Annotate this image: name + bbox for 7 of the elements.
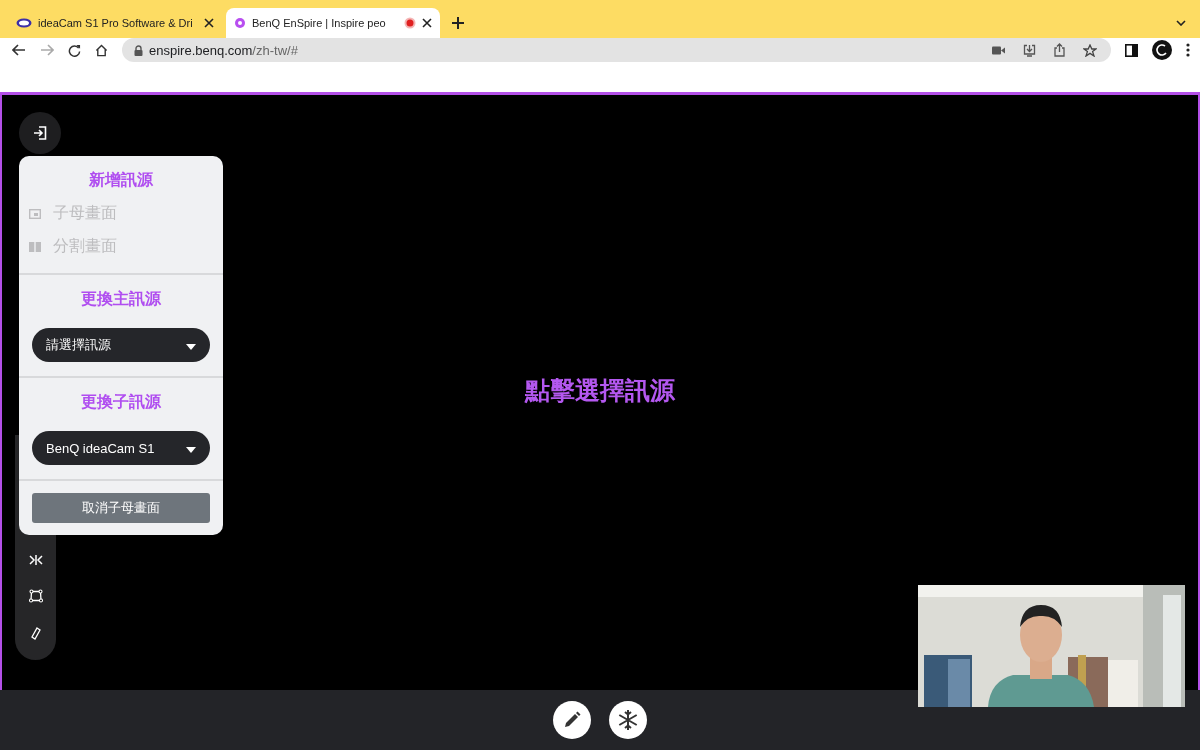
section-title: 更換子訊源 — [81, 392, 161, 412]
section-title: 更換主訊源 — [81, 289, 161, 309]
tab-title: BenQ EnSpire | Inspire peo — [252, 17, 387, 29]
section-title: 新增訊源 — [89, 170, 153, 190]
tab-title: ideaCam S1 Pro Software & Dri — [38, 17, 194, 29]
stage-prompt: 點擊選擇訊源 — [525, 375, 675, 406]
url-text: enspire.benq.com/zh-tw/# — [149, 42, 298, 58]
